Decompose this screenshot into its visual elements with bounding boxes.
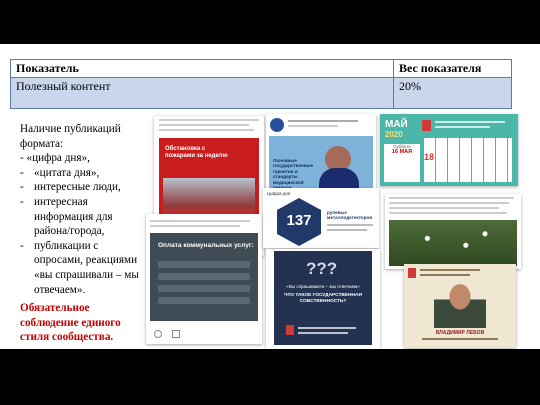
poll-option[interactable] xyxy=(158,273,250,280)
number-caption: Цифра дня xyxy=(267,191,291,196)
coat-of-arms xyxy=(286,325,294,335)
style-note: Обязательное соблюдение единого стиля со… xyxy=(20,302,121,344)
format-item: - «цифра дня», xyxy=(20,152,90,165)
poll-option[interactable] xyxy=(158,285,250,292)
cell-weight: 20% xyxy=(393,77,512,109)
question-post-card: ??? «Вы спрашиваете – мы отвечаем» ЧТО Т… xyxy=(266,249,380,349)
poll-title: Оплата коммунальных услуг: xyxy=(158,242,254,249)
number-label: рулевых металлодетекторов xyxy=(327,210,373,220)
person-photo xyxy=(434,280,486,328)
indicator-table: Показатель Вес показателя Полезный конте… xyxy=(10,59,512,109)
calendar-month: МАЙ xyxy=(385,119,408,130)
poll-option[interactable] xyxy=(158,261,250,268)
format-item: «цитата дня», xyxy=(34,166,100,179)
question-marks: ??? xyxy=(306,259,338,278)
format-item: публикации с опросами, реакциями «вы спр… xyxy=(34,239,139,296)
fire-post-title: Обстановка с пожарами за неделю xyxy=(165,146,228,159)
format-list: Наличие публикаций формата: - «цифра дня… xyxy=(20,122,148,345)
flower-photo xyxy=(389,220,517,266)
question-title: ЧТО ТАКОЕ ГОСУДАРСТВЕННАЯ СОБСТВЕННОСТЬ? xyxy=(284,293,362,304)
number-value: 137 xyxy=(286,212,312,229)
coat-of-arms xyxy=(422,120,431,131)
number-badge: 137 xyxy=(277,198,321,246)
calendar-year: 2020 xyxy=(385,130,403,139)
like-icon[interactable] xyxy=(154,330,162,338)
cell-indicator: Полезный контент xyxy=(10,77,394,109)
person-post-card: ВЛАДИМИР ЛЕБОВ xyxy=(404,264,516,348)
coat-of-arms xyxy=(408,268,416,278)
number-of-day-card: Цифра дня 137 рулевых металлодетекторов xyxy=(263,188,379,248)
format-item: интересная информация для района/города, xyxy=(34,195,113,238)
header-weight: Вес показателя xyxy=(393,59,512,78)
person-name: ВЛАДИМИР ЛЕБОВ xyxy=(435,330,485,336)
calendar-post-card: МАЙ 2020 Суббота 16 МАЯ 18 xyxy=(380,114,518,186)
format-item: интересные люди, xyxy=(34,181,121,194)
quote-text: Основные государственные гарантии и стан… xyxy=(273,158,314,190)
poll-post-card: Оплата коммунальных услуг: xyxy=(146,214,262,344)
nature-post-card xyxy=(385,194,521,269)
header-indicator: Показатель xyxy=(10,59,394,78)
calendar-grid xyxy=(424,138,512,182)
comment-icon[interactable] xyxy=(172,330,180,338)
poll-option[interactable] xyxy=(158,297,250,304)
question-banner: «Вы спрашиваете – мы отвечаем» xyxy=(286,284,360,289)
calendar-highlight: 18 xyxy=(424,152,435,162)
format-intro: Наличие публикаций формата: xyxy=(20,123,121,150)
slide: Показатель Вес показателя Полезный конте… xyxy=(0,44,540,349)
